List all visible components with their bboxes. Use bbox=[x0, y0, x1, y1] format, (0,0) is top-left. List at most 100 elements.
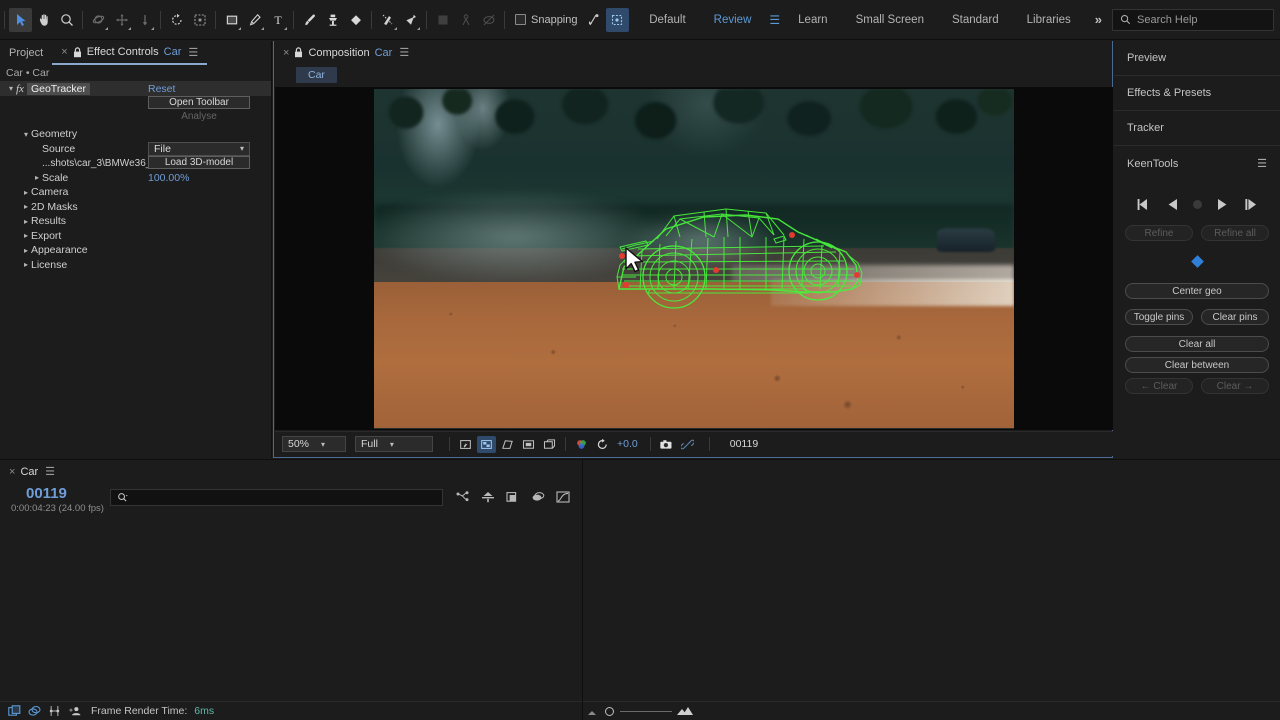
grid-guides-icon[interactable] bbox=[431, 8, 454, 32]
motion-blur-icon[interactable] bbox=[68, 705, 81, 718]
toggle-pins-button[interactable]: Toggle pins bbox=[1125, 309, 1193, 325]
workspace-libraries[interactable]: Libraries bbox=[1013, 0, 1085, 40]
track-backwards-to-start-icon[interactable] bbox=[1135, 196, 1152, 212]
group-camera[interactable]: ▸ Camera bbox=[0, 185, 271, 200]
clear-between-button[interactable]: Clear between bbox=[1125, 357, 1269, 373]
pan-behind-tool[interactable] bbox=[110, 8, 133, 32]
zoom-tool[interactable] bbox=[55, 8, 78, 32]
reset-exposure-icon[interactable] bbox=[593, 436, 612, 453]
reset-link[interactable]: Reset bbox=[148, 83, 175, 95]
tab-timeline-car[interactable]: × Car ☰ bbox=[0, 460, 64, 483]
type-t-icon[interactable]: T bbox=[266, 8, 289, 32]
snap-bounds-icon[interactable] bbox=[605, 7, 629, 32]
geometry-group-row[interactable]: ▾ Geometry bbox=[0, 127, 271, 142]
load-3d-model-button[interactable]: Load 3D-model bbox=[148, 156, 250, 169]
panel-menu-icon[interactable]: ☰ bbox=[188, 46, 198, 59]
3d-view-icon[interactable] bbox=[540, 436, 559, 453]
group-appearance[interactable]: ▸ Appearance bbox=[0, 243, 271, 258]
chevron-right-icon[interactable]: ▸ bbox=[21, 202, 31, 211]
clear-left-button[interactable]: ← Clear bbox=[1125, 378, 1193, 394]
panel-menu-icon[interactable]: ☰ bbox=[1257, 157, 1267, 170]
timeline-column-divider[interactable] bbox=[582, 459, 583, 720]
panel-menu-icon[interactable]: ☰ bbox=[399, 46, 409, 59]
tab-composition[interactable]: × Composition Car ☰ bbox=[274, 41, 418, 64]
brush-icon[interactable] bbox=[298, 8, 321, 32]
refine-all-button[interactable]: Refine all bbox=[1201, 225, 1269, 241]
roto-brush-icon[interactable] bbox=[376, 8, 399, 32]
search-help-input[interactable]: Search Help bbox=[1112, 8, 1274, 31]
eraser-icon[interactable] bbox=[344, 8, 367, 32]
keyframe-diamond-icon[interactable] bbox=[1190, 254, 1204, 268]
workspace-learn[interactable]: Learn bbox=[784, 0, 841, 40]
snapping-checkbox[interactable] bbox=[515, 14, 526, 25]
timeline-zoom-slider-knob[interactable] bbox=[605, 707, 614, 716]
timeline-zoom-slider-track[interactable] bbox=[620, 711, 672, 712]
stop-icon[interactable] bbox=[1192, 199, 1202, 209]
timeline-search-input[interactable] bbox=[110, 489, 443, 506]
rectangle-icon[interactable] bbox=[220, 8, 243, 32]
breadcrumb-chip-car[interactable]: Car bbox=[296, 67, 337, 83]
selection-tool[interactable] bbox=[9, 7, 32, 32]
draft-3d-icon[interactable] bbox=[480, 489, 495, 504]
panel-keentools[interactable]: KeenTools ☰ bbox=[1114, 146, 1280, 181]
timeline-zoom-control[interactable] bbox=[585, 706, 694, 717]
center-geo-button[interactable]: Center geo bbox=[1125, 283, 1269, 299]
open-toolbar-button[interactable]: Open Toolbar bbox=[148, 96, 250, 109]
show-snapshot-icon[interactable] bbox=[678, 436, 697, 453]
close-icon[interactable]: × bbox=[61, 46, 67, 58]
workspace-menu-icon[interactable]: ☰ bbox=[765, 0, 784, 40]
roto-select-icon[interactable] bbox=[188, 8, 211, 32]
clone-stamp-icon[interactable] bbox=[321, 8, 344, 32]
exposure-value[interactable]: +0.0 bbox=[617, 438, 638, 450]
snapshot-icon[interactable] bbox=[657, 436, 676, 453]
graph-editor-icon[interactable] bbox=[48, 705, 61, 718]
clear-all-button[interactable]: Clear all bbox=[1125, 336, 1269, 352]
mask-path-visibility-icon[interactable] bbox=[498, 436, 517, 453]
snapping-toggle[interactable]: Snapping bbox=[515, 14, 578, 26]
workspace-review[interactable]: Review bbox=[700, 0, 766, 40]
panel-menu-icon[interactable]: ☰ bbox=[45, 465, 55, 478]
clear-right-button[interactable]: Clear → bbox=[1201, 378, 1269, 394]
track-forwards-to-end-icon[interactable] bbox=[1243, 196, 1260, 212]
chevron-right-icon[interactable]: ▸ bbox=[21, 217, 31, 226]
hand-tool[interactable] bbox=[32, 8, 55, 32]
dolly-tool[interactable] bbox=[133, 8, 156, 32]
composition-viewer[interactable] bbox=[275, 87, 1113, 430]
tab-effect-controls[interactable]: × Effect Controls Car ☰ bbox=[52, 41, 208, 65]
mask-feather-icon[interactable] bbox=[477, 8, 500, 32]
group-export[interactable]: ▸ Export bbox=[0, 229, 271, 244]
frame-blending-icon[interactable] bbox=[530, 489, 545, 504]
title-action-safe-icon[interactable] bbox=[519, 436, 538, 453]
workspace-default[interactable]: Default bbox=[635, 0, 699, 40]
toggle-switches-modes-icon[interactable] bbox=[8, 705, 21, 718]
current-frame-display[interactable]: 00119 bbox=[730, 438, 758, 450]
resolution-select[interactable]: Full ▾ bbox=[355, 436, 433, 452]
scale-value[interactable]: 100.00% bbox=[148, 172, 189, 184]
zoom-level-select[interactable]: 50% ▾ bbox=[282, 436, 346, 452]
chevron-down-icon[interactable]: ▾ bbox=[6, 84, 16, 93]
puppet-pin-icon[interactable] bbox=[399, 8, 422, 32]
track-forwards-icon[interactable] bbox=[1214, 196, 1231, 212]
chevron-right-icon[interactable]: ▸ bbox=[21, 260, 31, 269]
orbit-tool[interactable] bbox=[87, 8, 110, 32]
region-of-interest-icon[interactable] bbox=[456, 436, 475, 453]
chevron-right-icon[interactable]: ▸ bbox=[21, 231, 31, 240]
close-icon[interactable]: × bbox=[283, 47, 289, 59]
workspace-small-screen[interactable]: Small Screen bbox=[842, 0, 938, 40]
panel-effects-presets[interactable]: Effects & Presets bbox=[1114, 76, 1280, 111]
channel-rgb-icon[interactable] bbox=[572, 436, 591, 453]
source-dropdown[interactable]: File ▾ bbox=[148, 141, 250, 156]
snap-align-icon[interactable] bbox=[583, 8, 606, 32]
panel-tracker[interactable]: Tracker bbox=[1114, 111, 1280, 146]
group-results[interactable]: ▸ Results bbox=[0, 214, 271, 229]
chevron-down-icon[interactable]: ▾ bbox=[21, 130, 31, 139]
refine-button[interactable]: Refine bbox=[1125, 225, 1193, 241]
timeline-current-frame[interactable]: 00119 bbox=[26, 485, 67, 502]
track-backwards-icon[interactable] bbox=[1164, 196, 1181, 212]
rotation-tool[interactable] bbox=[165, 8, 188, 32]
analyse-button[interactable]: Analyse bbox=[148, 110, 250, 123]
workspace-standard[interactable]: Standard bbox=[938, 0, 1013, 40]
effect-header-row[interactable]: ▾ fx GeoTracker Reset bbox=[0, 81, 271, 96]
composition-mini-flowchart-icon[interactable] bbox=[455, 489, 470, 504]
hide-shy-layers-icon[interactable] bbox=[505, 489, 520, 504]
